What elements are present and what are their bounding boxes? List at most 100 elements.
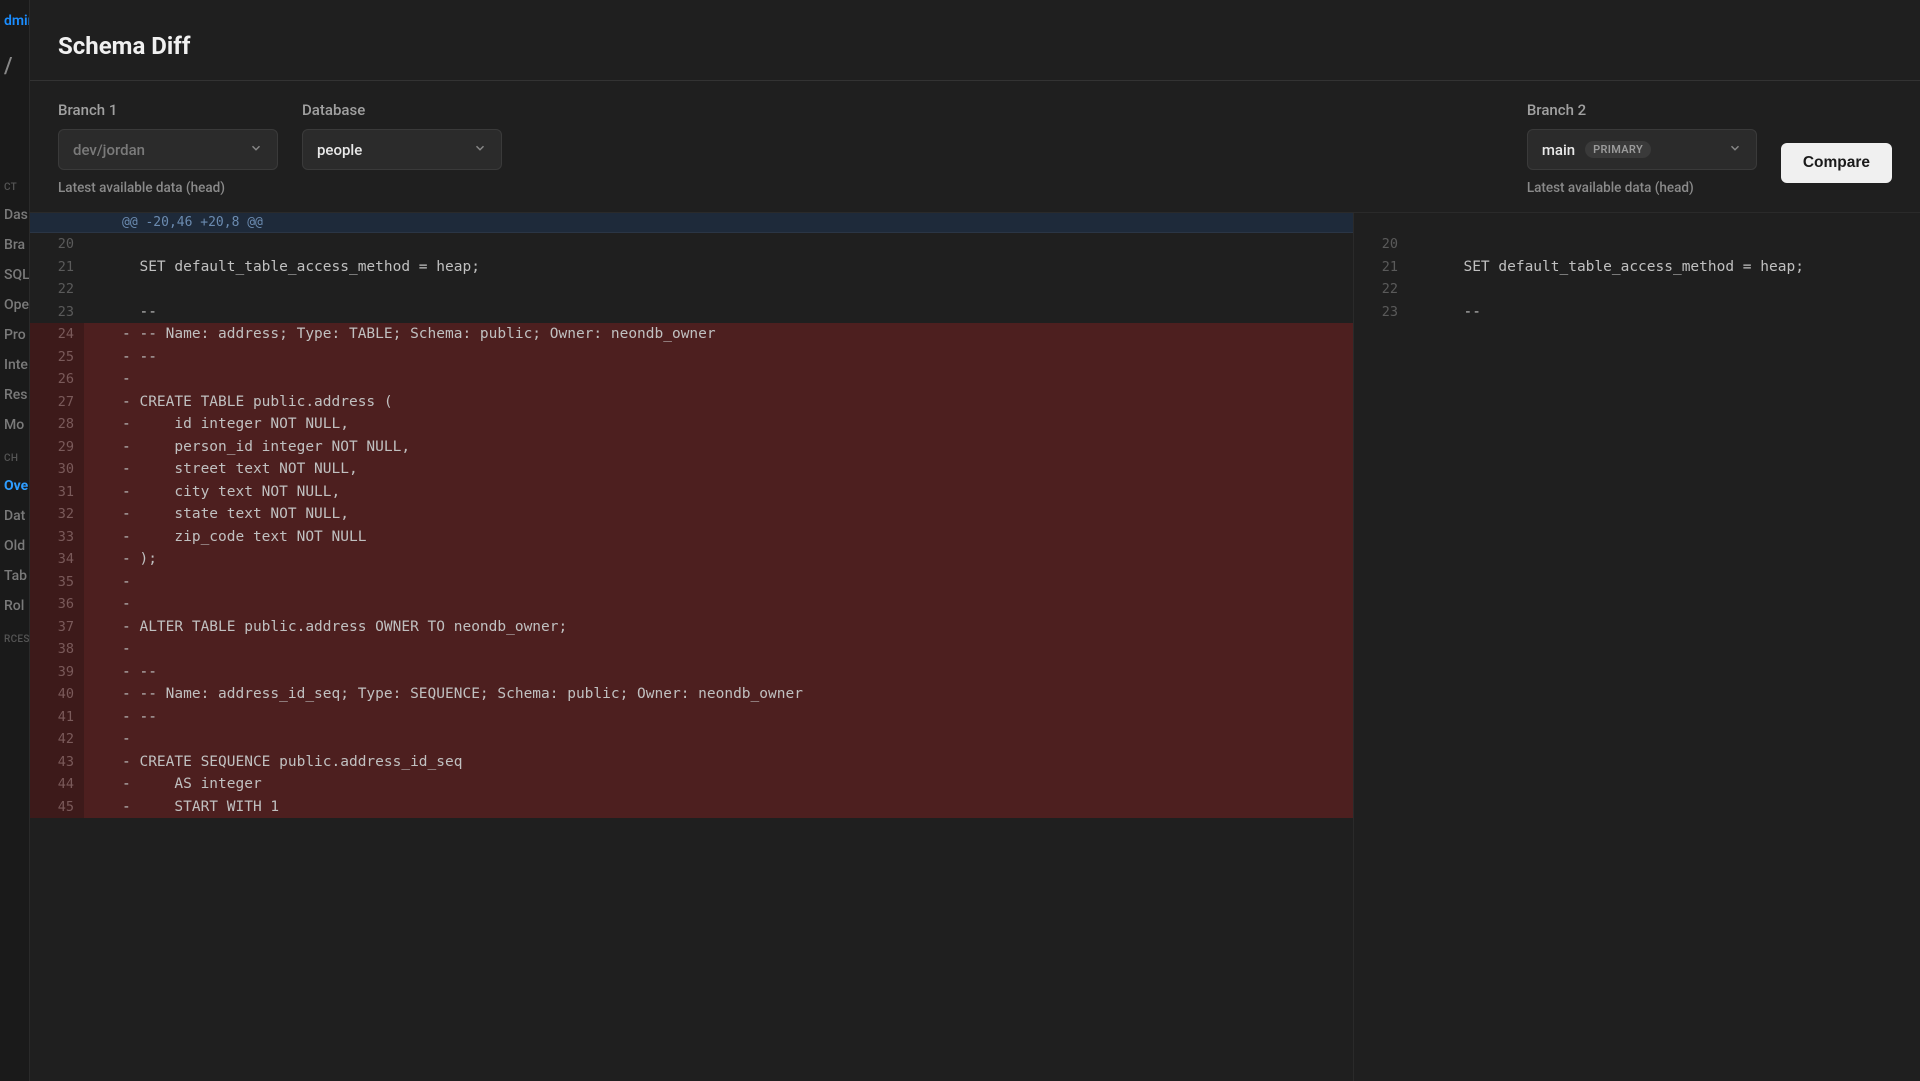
line-content: -- xyxy=(114,301,1353,324)
sb-item[interactable]: Ope xyxy=(0,290,29,320)
diff-line: 29- person_id integer NOT NULL, xyxy=(30,436,1353,459)
line-number: 40 xyxy=(30,683,84,706)
diff-pane-left: @@ -20,46 +20,8 @@ 2021 SET default_tabl… xyxy=(30,213,1353,1081)
modal-title: Schema Diff xyxy=(58,32,1892,60)
line-number: 23 xyxy=(1354,301,1408,324)
line-content: - ); xyxy=(114,548,1353,571)
diff-pane-right: . 2021 SET default_table_access_method =… xyxy=(1353,213,1920,1081)
line-number: 45 xyxy=(30,796,84,819)
diff-line: 40 - -- Name: address_id_seq; Type: SEQUE… xyxy=(30,683,1353,706)
sb-section-label-2: CH xyxy=(0,446,29,471)
chevron-down-icon xyxy=(249,140,263,159)
line-content: -- xyxy=(1438,301,1920,324)
diff-line: 21 SET default_table_access_method = hea… xyxy=(30,256,1353,279)
branch2-value: main xyxy=(1542,141,1575,159)
line-gutter xyxy=(84,256,114,279)
line-content: - CREATE TABLE public.address ( xyxy=(114,391,1353,414)
diff-line: 26- xyxy=(30,368,1353,391)
line-content: - START WITH 1 xyxy=(114,796,1353,819)
sb-item[interactable]: Res xyxy=(0,380,29,410)
line-gutter xyxy=(84,233,114,256)
branch2-label: Branch 2 xyxy=(1527,101,1757,119)
diff-line: 33- zip_code text NOT NULL xyxy=(30,526,1353,549)
branch1-label: Branch 1 xyxy=(58,101,278,119)
sb-item[interactable]: Bra xyxy=(0,230,29,260)
diff-lines-left: 2021 SET default_table_access_method = h… xyxy=(30,233,1353,818)
database-select[interactable]: people xyxy=(302,129,502,170)
diff-line: 30- street text NOT NULL, xyxy=(30,458,1353,481)
line-content: - xyxy=(114,593,1353,616)
branch1-select[interactable]: dev/jordan xyxy=(58,129,278,170)
line-gutter xyxy=(84,706,114,729)
sb-item[interactable]: Inte xyxy=(0,350,29,380)
sb-item[interactable]: Dat xyxy=(0,501,29,531)
line-number: 32 xyxy=(30,503,84,526)
sb-item[interactable]: Mo xyxy=(0,410,29,440)
line-gutter xyxy=(84,773,114,796)
line-number: 41 xyxy=(30,706,84,729)
diff-line: 32 - state text NOT NULL, xyxy=(30,503,1353,526)
line-number: 42 xyxy=(30,728,84,751)
line-gutter xyxy=(84,593,114,616)
database-value: people xyxy=(317,141,362,159)
line-gutter xyxy=(84,301,114,324)
line-gutter xyxy=(84,548,114,571)
line-content: - xyxy=(114,571,1353,594)
line-number: 20 xyxy=(1354,233,1408,256)
line-content: - -- xyxy=(114,346,1353,369)
diff-line: 22 xyxy=(30,278,1353,301)
line-number: 25 xyxy=(30,346,84,369)
line-content: - state text NOT NULL, xyxy=(114,503,1353,526)
sb-item[interactable]: Tab xyxy=(0,561,29,591)
sb-item[interactable]: Rol xyxy=(0,591,29,621)
line-number: 43 xyxy=(30,751,84,774)
sb-item[interactable]: Old xyxy=(0,531,29,561)
diff-line: 38- xyxy=(30,638,1353,661)
line-gutter xyxy=(84,796,114,819)
line-gutter xyxy=(1408,233,1438,256)
line-content: - xyxy=(114,368,1353,391)
line-number: 28 xyxy=(30,413,84,436)
line-gutter xyxy=(84,638,114,661)
branch2-helper: Latest available data (head) xyxy=(1527,180,1757,196)
line-number: 38 xyxy=(30,638,84,661)
diff-line: 34- ); xyxy=(30,548,1353,571)
diff-line: 39- -- xyxy=(30,661,1353,684)
line-gutter xyxy=(84,391,114,414)
diff-line: 42- xyxy=(30,728,1353,751)
line-gutter xyxy=(84,368,114,391)
sb-item-active[interactable]: Ove xyxy=(0,471,29,501)
line-number: 23 xyxy=(30,301,84,324)
line-number: 44 xyxy=(30,773,84,796)
line-number: 30 xyxy=(30,458,84,481)
sb-item[interactable]: Das xyxy=(0,200,29,230)
line-content xyxy=(114,233,1353,256)
line-gutter xyxy=(1408,256,1438,279)
line-content: - person_id integer NOT NULL, xyxy=(114,436,1353,459)
line-gutter xyxy=(84,683,114,706)
branch2-select[interactable]: main PRIMARY xyxy=(1527,129,1757,170)
chevron-down-icon xyxy=(1728,140,1742,159)
line-content: - AS integer xyxy=(114,773,1353,796)
line-content xyxy=(1438,233,1920,256)
line-content: - -- Name: address_id_seq; Type: SEQUENC… xyxy=(114,683,1353,706)
line-gutter xyxy=(84,346,114,369)
sb-item[interactable]: SQL xyxy=(0,260,29,290)
sb-section-label-3: RCES xyxy=(0,627,29,652)
diff-line: 23 -- xyxy=(30,301,1353,324)
diff-line: 25 - -- xyxy=(30,346,1353,369)
line-number: 22 xyxy=(30,278,84,301)
line-gutter xyxy=(84,751,114,774)
branch1-value: dev/jordan xyxy=(73,141,145,159)
schema-diff-modal: Schema Diff Branch 1 dev/jordan Latest a… xyxy=(30,0,1920,1081)
hunk-header: @@ -20,46 +20,8 @@ xyxy=(30,213,1353,233)
compare-button[interactable]: Compare xyxy=(1781,143,1892,183)
line-content: - ALTER TABLE public.address OWNER TO ne… xyxy=(114,616,1353,639)
line-gutter xyxy=(84,728,114,751)
line-gutter xyxy=(84,526,114,549)
branch1-helper: Latest available data (head) xyxy=(58,180,278,196)
sb-item[interactable]: Pro xyxy=(0,320,29,350)
line-number: 33 xyxy=(30,526,84,549)
diff-line: 43- CREATE SEQUENCE public.address_id_se… xyxy=(30,751,1353,774)
diff-line: 24- -- Name: address; Type: TABLE; Schem… xyxy=(30,323,1353,346)
